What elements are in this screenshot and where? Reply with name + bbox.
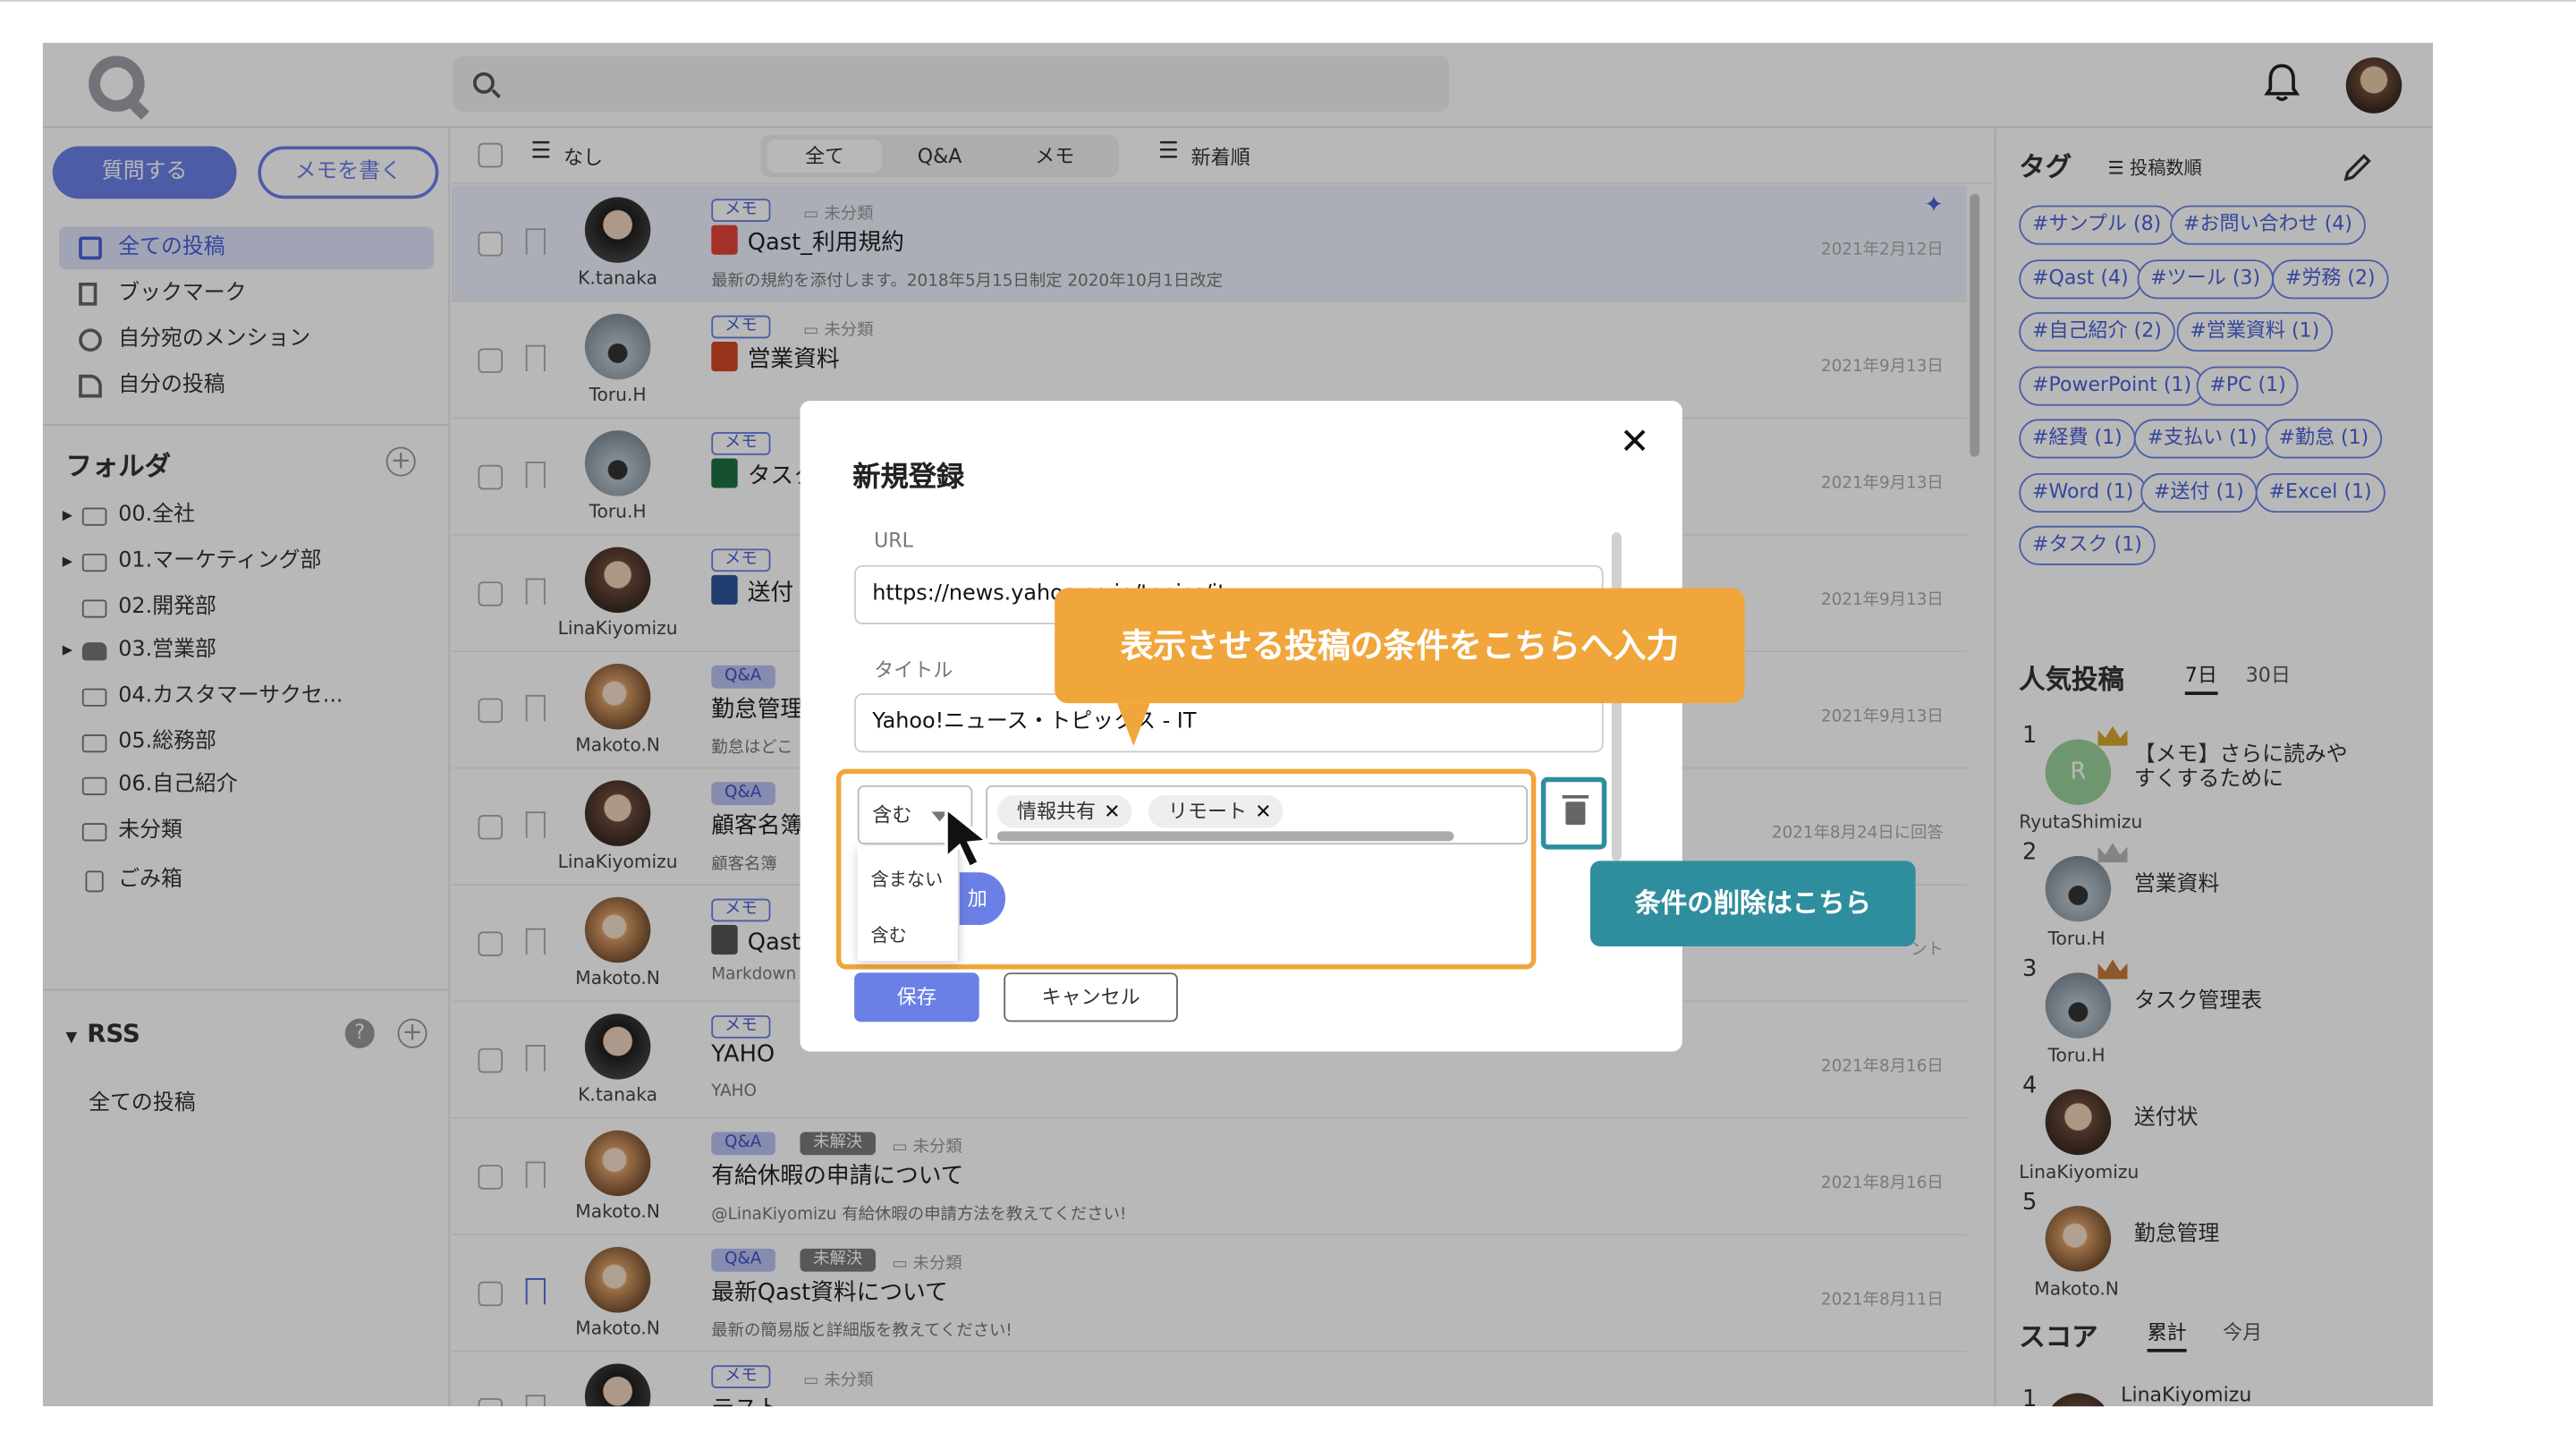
option-exclude[interactable]: 含まない <box>870 866 943 892</box>
top-border <box>0 0 2576 2</box>
modal-title: 新規登録 <box>852 462 965 495</box>
app-window: 質問する メモを書く 全ての投稿 ブックマーク 自分宛のメンション 自分の投稿 … <box>42 42 2434 1407</box>
url-label: URL <box>874 529 913 553</box>
page: 質問する メモを書く 全ての投稿 ブックマーク 自分宛のメンション 自分の投稿 … <box>0 0 2576 1449</box>
chip-label: 情報共有 <box>1016 800 1097 824</box>
condition-row: 含む 情報共有 ✕ リモート ✕ 加 含まない 含む <box>835 768 1537 970</box>
trash-icon <box>1562 794 1589 826</box>
keyword-chip-input[interactable]: 情報共有 ✕ リモート ✕ <box>986 784 1529 845</box>
delete-callout: 条件の削除はこちら <box>1589 861 1916 946</box>
keyword-chip: 情報共有 ✕ <box>996 794 1132 828</box>
mouse-cursor-icon <box>945 804 992 870</box>
title-label: タイトル <box>874 658 953 683</box>
condition-callout: 表示させる投稿の条件をこちらへ入力 <box>1055 588 1745 746</box>
keyword-chip: リモート ✕ <box>1148 794 1284 828</box>
cancel-button[interactable]: キャンセル <box>1004 972 1178 1022</box>
remove-chip-icon[interactable]: ✕ <box>1104 795 1120 828</box>
option-include[interactable]: 含む <box>870 921 906 947</box>
remove-chip-icon[interactable]: ✕ <box>1255 795 1271 828</box>
save-button[interactable]: 保存 <box>854 972 979 1022</box>
delete-condition-button[interactable] <box>1540 776 1607 850</box>
close-icon[interactable]: ✕ <box>1614 423 1654 463</box>
condition-select-value: 含む <box>872 803 912 827</box>
chip-scrollbar[interactable] <box>996 831 1454 842</box>
chip-label: リモート <box>1167 800 1248 824</box>
new-registration-modal: 新規登録 ✕ URL https://news.yahoo.co.jp/topi… <box>800 401 1682 1052</box>
